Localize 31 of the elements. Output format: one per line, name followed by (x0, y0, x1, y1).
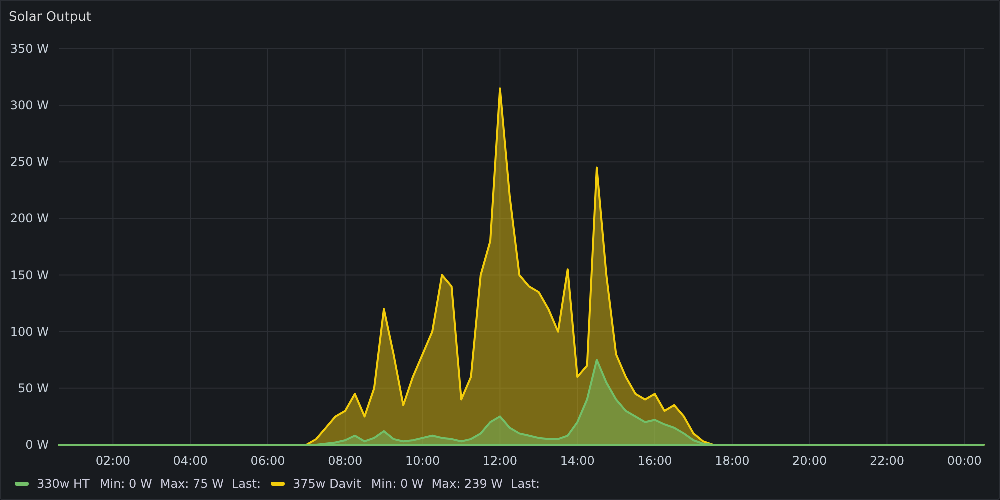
y-axis-label: 0 W (26, 438, 49, 452)
legend-stat: Max: 239 W (432, 477, 504, 491)
y-axis-label: 300 W (10, 98, 49, 113)
legend-stat: Last: (232, 477, 262, 491)
x-axis-label: 06:00 (250, 454, 286, 468)
legend-swatch (271, 482, 286, 486)
x-axis-label: 00:00 (947, 454, 982, 468)
legend-swatch (15, 482, 29, 486)
legend-label[interactable]: 375w Davit (293, 477, 362, 491)
legend-stat: Last: (511, 477, 540, 491)
y-axis-label: 100 W (10, 324, 49, 339)
x-axis-label: 18:00 (715, 454, 750, 468)
x-axis-label: 08:00 (328, 454, 363, 468)
x-axis-label: 04:00 (173, 454, 208, 468)
legend-stat: Min: 0 W (371, 477, 424, 491)
panel-title: Solar Output (8, 9, 92, 27)
x-axis-label: 16:00 (638, 454, 672, 468)
x-axis-label: 22:00 (870, 454, 905, 468)
x-axis-label: 10:00 (406, 454, 440, 468)
y-axis-label: 200 W (10, 212, 49, 226)
x-axis-label: 02:00 (96, 454, 130, 468)
y-axis-label: 50 W (18, 381, 49, 396)
x-axis-label: 12:00 (482, 454, 518, 468)
legend-label[interactable]: 330w HT (37, 477, 90, 491)
x-axis-label: 14:00 (560, 454, 595, 468)
legend-stat: Max: 75 W (160, 477, 224, 491)
y-axis-label: 350 W (10, 42, 49, 56)
x-axis-label: 20:00 (792, 454, 828, 468)
legend-stat: Min: 0 W (100, 477, 152, 491)
y-axis-label: 150 W (10, 268, 49, 282)
y-axis-label: 250 W (10, 155, 49, 170)
